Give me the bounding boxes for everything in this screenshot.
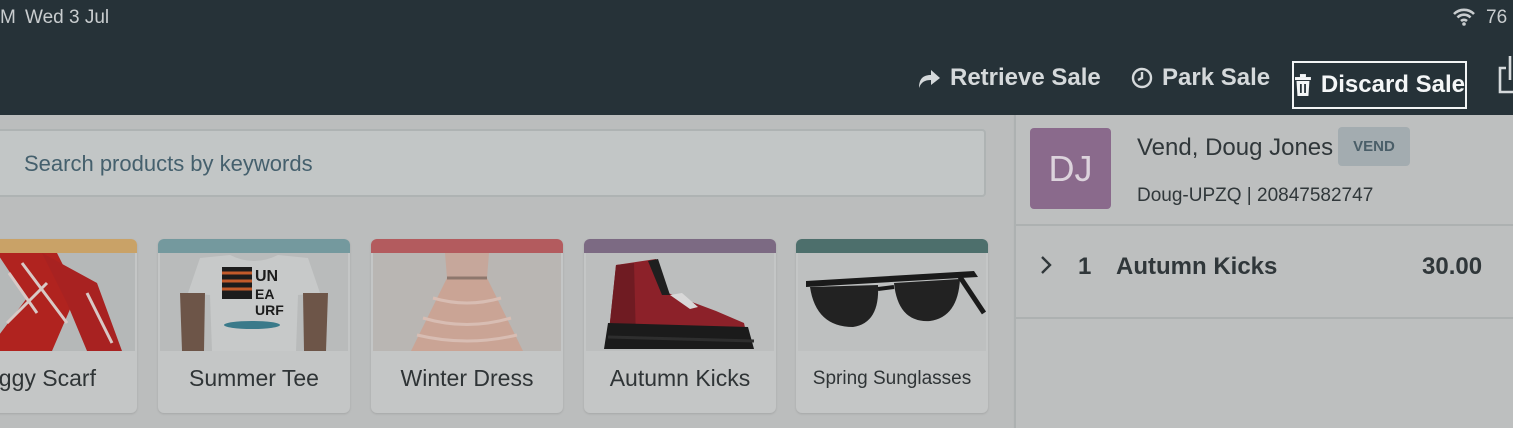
discard-sale-button[interactable]: Discard Sale bbox=[1292, 61, 1467, 109]
chevron-right-icon[interactable] bbox=[1040, 254, 1052, 282]
discard-sale-label: Discard Sale bbox=[1320, 71, 1465, 98]
share-arrow-icon bbox=[919, 69, 940, 88]
line-item-name: Autumn Kicks bbox=[1116, 253, 1278, 280]
customer-avatar[interactable]: DJ bbox=[1030, 128, 1111, 209]
park-sale-button[interactable]: Park Sale bbox=[1131, 40, 1270, 115]
customer-code: Doug-UPZQ | 20847582747 bbox=[1137, 185, 1374, 206]
product-card[interactable]: Spring Sunglasses bbox=[796, 239, 988, 413]
product-image bbox=[586, 253, 774, 351]
divider bbox=[1016, 224, 1513, 226]
product-image bbox=[0, 253, 135, 351]
retrieve-sale-label: Retrieve Sale bbox=[950, 63, 1101, 91]
svg-text:UN: UN bbox=[255, 268, 278, 285]
sell-header: Retrieve Sale Park Sale Discard Sale bbox=[0, 40, 1513, 115]
customer-name[interactable]: Vend, Doug Jones bbox=[1137, 134, 1333, 162]
sale-line-item[interactable]: 1 Autumn Kicks 30.00 bbox=[1016, 227, 1513, 319]
product-name: Summer Tee bbox=[189, 365, 319, 391]
product-card[interactable]: Winter Dress bbox=[371, 239, 563, 413]
status-time: M bbox=[0, 7, 16, 28]
svg-text:EA: EA bbox=[255, 286, 274, 302]
product-color-bar bbox=[0, 239, 137, 253]
battery-level: 76 bbox=[1486, 7, 1508, 28]
product-name: Spring Sunglasses bbox=[812, 368, 972, 389]
tshirt-image: UN EA URF bbox=[160, 253, 348, 351]
product-image bbox=[798, 253, 986, 351]
product-card[interactable]: Autumn Kicks bbox=[584, 239, 776, 413]
divider bbox=[1016, 317, 1513, 319]
product-name: Winter Dress bbox=[400, 365, 534, 391]
product-name: Autumn Kicks bbox=[609, 365, 751, 391]
dress-image bbox=[373, 253, 561, 351]
product-pane: aggy Scarf UN EA URF Summer Tee bbox=[0, 115, 1013, 428]
product-image: UN EA URF bbox=[160, 253, 348, 351]
clock-icon bbox=[1131, 67, 1153, 88]
trash-icon bbox=[1294, 74, 1311, 96]
product-color-bar bbox=[796, 239, 988, 253]
customer-group-badge: VEND bbox=[1338, 127, 1410, 166]
sale-pane: DJ Vend, Doug Jones VEND Doug-UPZQ | 208… bbox=[1014, 115, 1513, 428]
scarf-image bbox=[0, 253, 122, 351]
product-name: aggy Scarf bbox=[0, 365, 96, 391]
status-date: Wed 3 Jul bbox=[25, 7, 110, 28]
product-card[interactable]: UN EA URF Summer Tee bbox=[158, 239, 350, 413]
sunglasses-image bbox=[798, 253, 986, 351]
svg-text:URF: URF bbox=[255, 302, 284, 318]
search-input[interactable] bbox=[22, 131, 926, 197]
product-color-bar bbox=[371, 239, 563, 253]
product-color-bar bbox=[158, 239, 350, 253]
status-bar: M Wed 3 Jul 76 bbox=[0, 0, 1513, 40]
retrieve-sale-button[interactable]: Retrieve Sale bbox=[917, 40, 1101, 115]
line-item-quantity: 1 bbox=[1078, 253, 1092, 280]
park-sale-label: Park Sale bbox=[1162, 63, 1271, 91]
search-box[interactable] bbox=[0, 129, 986, 197]
line-item-price: 30.00 bbox=[1422, 253, 1483, 280]
product-image bbox=[373, 253, 561, 351]
wifi-icon bbox=[1452, 8, 1476, 26]
sneaker-image bbox=[586, 253, 774, 351]
product-color-bar bbox=[584, 239, 776, 253]
product-card[interactable]: aggy Scarf bbox=[0, 239, 137, 413]
share-icon[interactable] bbox=[1496, 54, 1513, 94]
